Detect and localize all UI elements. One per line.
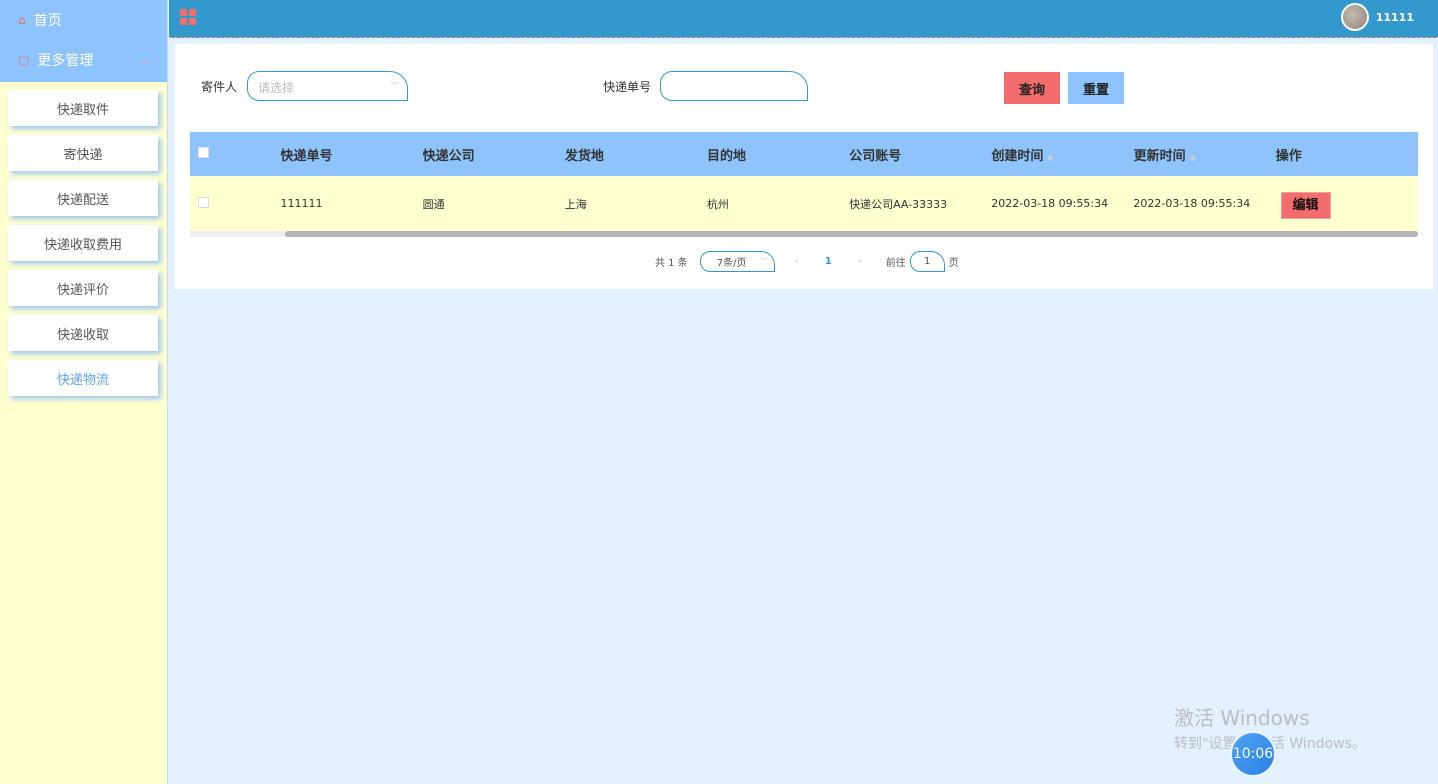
- col-header: 公司账号: [849, 148, 902, 164]
- row-checkbox[interactable]: [198, 196, 209, 208]
- content-card: 寄件人 请选择 ﹀ 快递单号 查询 重置 快递单号 快递公司 发货地 目的地 公司…: [175, 44, 1433, 289]
- submenu-item[interactable]: 寄快递: [8, 135, 158, 171]
- copy-icon: ▢: [18, 53, 30, 67]
- submenu-item[interactable]: 快递评价: [8, 270, 158, 306]
- col-header: 发货地: [564, 148, 604, 164]
- cell: 2022-03-18 09:55:34: [991, 197, 1109, 210]
- submenu-item[interactable]: 快递收取: [8, 315, 158, 351]
- grid-menu-icon[interactable]: [180, 9, 196, 25]
- scrollbar-thumb[interactable]: [285, 231, 1418, 237]
- page-suffix: 页: [948, 258, 959, 269]
- col-header: 快递公司: [422, 148, 475, 164]
- cell: 111111: [280, 197, 323, 210]
- tracking-label: 快递单号: [603, 80, 652, 94]
- avatar: [1340, 3, 1369, 31]
- select-all-checkbox[interactable]: [198, 146, 209, 158]
- cell: 快递公司AA-33333: [849, 197, 948, 211]
- sender-label: 寄件人: [201, 80, 238, 94]
- submenu-item[interactable]: 快递配送: [8, 180, 158, 216]
- goto-page-input[interactable]: 1: [909, 251, 945, 272]
- edit-button[interactable]: 编辑: [1280, 192, 1331, 219]
- col-header: 目的地: [707, 148, 747, 164]
- col-header-updated[interactable]: 更新时间 ◆: [1134, 145, 1276, 164]
- cell: 圆通: [422, 197, 445, 211]
- chevron-down-icon: ﹀: [389, 82, 399, 92]
- cell: 2022-03-18 09:55:34: [1133, 197, 1251, 210]
- table-header: 快递单号 快递公司 发货地 目的地 公司账号 创建时间 ◆ 更新时间 ◆ 操作: [190, 132, 1418, 176]
- cell: 杭州: [706, 197, 729, 211]
- top-bar: 11111: [169, 0, 1438, 38]
- user-menu[interactable]: 11111: [1340, 3, 1414, 31]
- menu-home[interactable]: ⌂ 首页: [0, 0, 167, 40]
- col-header-created[interactable]: 创建时间 ◆: [991, 145, 1133, 164]
- menu-more-management[interactable]: ▢ 更多管理 ︿: [0, 40, 167, 80]
- tracking-input[interactable]: [660, 71, 808, 101]
- horizontal-scrollbar[interactable]: [190, 231, 1418, 237]
- next-page-icon[interactable]: ›: [858, 256, 862, 267]
- data-table: 快递单号 快递公司 发货地 目的地 公司账号 创建时间 ◆ 更新时间 ◆ 操作 11…: [190, 132, 1418, 237]
- prev-page-icon[interactable]: ‹: [795, 256, 799, 267]
- page-number[interactable]: 1: [825, 256, 832, 267]
- goto-label: 前往: [885, 258, 906, 269]
- sort-icon[interactable]: ◆: [1047, 153, 1053, 162]
- table-row: 111111 圆通 上海 杭州 快递公司AA-33333 2022-03-18 …: [190, 176, 1418, 231]
- page-size-select[interactable]: 7条/页 ﹀: [699, 251, 775, 272]
- chevron-up-icon: ︿: [140, 54, 151, 67]
- floating-clock[interactable]: 10:06: [1230, 731, 1276, 777]
- sidebar: ⌂ 首页 ▢ 更多管理 ︿ 快递取件 寄快递 快递配送 快递收取费用 快递评价 快递收…: [0, 0, 168, 784]
- cell: 上海: [564, 197, 587, 211]
- total-count: 共 1 条: [655, 258, 688, 269]
- col-header: 快递单号: [280, 148, 333, 164]
- col-header: 操作: [1275, 148, 1302, 164]
- submenu-item[interactable]: 快递收取费用: [8, 225, 158, 261]
- submenu-item[interactable]: 快递取件: [8, 90, 158, 126]
- query-button[interactable]: 查询: [1004, 72, 1060, 104]
- sort-icon[interactable]: ◆: [1190, 153, 1196, 162]
- reset-button[interactable]: 重置: [1068, 72, 1124, 104]
- home-icon: ⌂: [18, 13, 26, 27]
- chevron-down-icon: ﹀: [759, 257, 768, 266]
- sender-select[interactable]: 请选择 ﹀: [247, 71, 408, 101]
- submenu-item-active[interactable]: 快递物流: [8, 360, 158, 396]
- pagination: 共 1 条 7条/页 ﹀ ‹ 1 › 前往 1 页: [655, 251, 959, 272]
